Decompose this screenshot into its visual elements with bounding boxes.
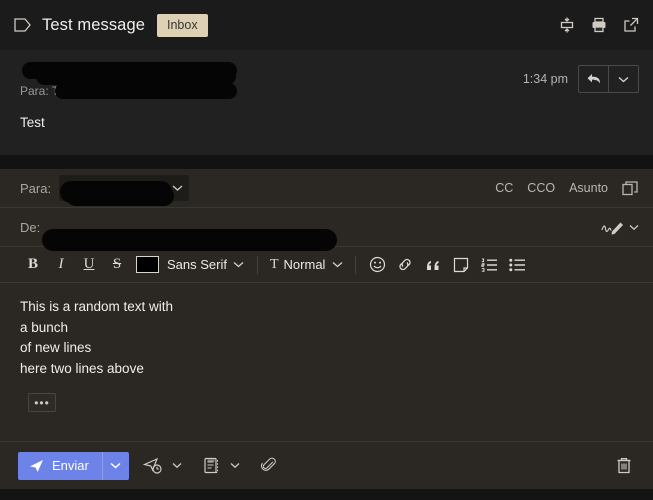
- body-line: here two lines above: [20, 360, 144, 376]
- message-sender-block: Para: Tú: [20, 64, 523, 99]
- italic-button[interactable]: I: [48, 252, 74, 278]
- header-actions: [557, 15, 641, 35]
- toolbar-divider: [355, 255, 357, 274]
- text-color-swatch[interactable]: [136, 256, 159, 273]
- collapse-all-icon[interactable]: [557, 15, 577, 35]
- link-icon[interactable]: [392, 252, 418, 278]
- body-line: a bunch: [20, 319, 69, 335]
- trash-icon[interactable]: [611, 453, 637, 479]
- sender-name: [20, 64, 523, 81]
- underline-button[interactable]: U: [76, 252, 102, 278]
- send-plane-icon: [29, 459, 44, 473]
- font-family-select[interactable]: Sans Serif: [167, 257, 227, 272]
- recipient-line: Para: Tú: [20, 84, 66, 98]
- message-body: Test: [20, 115, 45, 130]
- font-size-icon[interactable]: T: [270, 257, 279, 273]
- toolbar-divider: [256, 255, 258, 274]
- chevron-down-icon: [629, 224, 639, 231]
- bold-button[interactable]: B: [20, 252, 46, 278]
- reply-button-group: [578, 65, 639, 93]
- signature-pen-icon: [600, 219, 626, 236]
- show-trimmed-content-button[interactable]: •••: [28, 393, 56, 412]
- subject-toggle[interactable]: Asunto: [569, 181, 608, 195]
- bcc-toggle[interactable]: CCO: [527, 181, 555, 195]
- numbered-list-icon[interactable]: [476, 252, 502, 278]
- from-address-value[interactable]: [48, 217, 600, 237]
- body-line: of new lines: [20, 340, 92, 355]
- template-chevron-down-icon[interactable]: [225, 454, 245, 478]
- message-meta-row: Para: Tú 1:34 pm: [20, 64, 639, 99]
- window-footer-strip: [0, 489, 653, 500]
- label-tag-icon: [14, 16, 32, 34]
- signature-control[interactable]: [600, 219, 639, 236]
- to-label: Para:: [20, 180, 52, 196]
- send-button-group: Enviar: [18, 451, 129, 480]
- formatting-toolbar: B I U S Sans Serif T Normal: [0, 247, 653, 283]
- compose-from-row: De:: [0, 208, 653, 247]
- font-size-select[interactable]: Normal: [284, 257, 326, 272]
- font-size-chevron-down-icon[interactable]: [327, 253, 347, 277]
- reply-icon[interactable]: [579, 66, 608, 92]
- print-icon[interactable]: [589, 15, 609, 35]
- chevron-down-icon: [172, 185, 183, 192]
- message-actions: 1:34 pm: [523, 64, 639, 93]
- chevron-down-icon[interactable]: [608, 66, 638, 92]
- from-label: De:: [20, 219, 41, 235]
- bulleted-list-icon[interactable]: [504, 252, 530, 278]
- font-family-chevron-down-icon[interactable]: [229, 253, 249, 277]
- emoji-icon[interactable]: [364, 252, 390, 278]
- compose-to-row: Para: CC CCO Asunto: [0, 169, 653, 208]
- strikethrough-button[interactable]: S: [104, 252, 130, 278]
- cc-toggle[interactable]: CC: [495, 181, 513, 195]
- page-title: Test message: [42, 15, 145, 34]
- schedule-send-chevron-down-icon[interactable]: [167, 454, 187, 478]
- send-button[interactable]: Enviar: [18, 451, 102, 480]
- body-line: This is a random text with: [20, 299, 174, 314]
- compose-actions-bar: Enviar: [0, 441, 653, 489]
- open-in-new-window-icon[interactable]: [621, 15, 641, 35]
- inbox-label-chip[interactable]: Inbox: [157, 13, 208, 37]
- send-options-chevron-down-icon[interactable]: [101, 451, 129, 480]
- thread-header: Test message Inbox: [0, 0, 653, 50]
- quote-icon[interactable]: [420, 252, 446, 278]
- code-block-icon[interactable]: [448, 252, 474, 278]
- attach-paperclip-icon[interactable]: [257, 453, 283, 479]
- compose-body-editor[interactable]: This is a random text with a bunch of ne…: [0, 283, 653, 423]
- compose-field-toggles: CC CCO Asunto: [495, 180, 639, 196]
- pane-divider: [0, 155, 653, 169]
- to-recipient-select[interactable]: [59, 175, 190, 201]
- send-button-label: Enviar: [52, 458, 89, 473]
- email-thread-window: Test message Inbox Para: Tú 1:34 pm Test…: [0, 0, 653, 500]
- popout-icon[interactable]: [622, 180, 639, 196]
- message-pane: Para: Tú 1:34 pm Test: [0, 50, 653, 155]
- schedule-send-icon[interactable]: [141, 453, 167, 479]
- message-timestamp: 1:34 pm: [522, 72, 568, 86]
- template-icon[interactable]: [199, 453, 225, 479]
